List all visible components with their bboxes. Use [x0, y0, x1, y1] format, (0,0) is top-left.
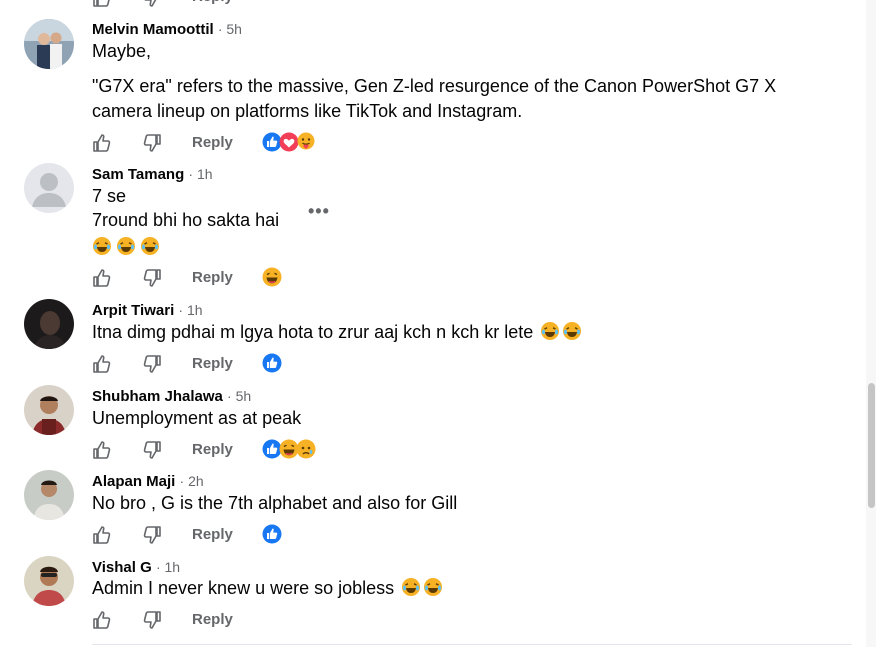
timestamp[interactable]: · 1h — [188, 166, 212, 182]
laughing-emoji-icon — [541, 322, 560, 340]
dislike-icon[interactable] — [142, 133, 162, 153]
comment-text: camera lineup on platforms like TikTok a… — [92, 101, 523, 121]
reply-button[interactable]: Reply — [192, 440, 233, 460]
laughing-emoji-icon — [93, 237, 111, 255]
comment-text: Maybe, — [92, 41, 152, 61]
timestamp[interactable]: · 2h — [180, 473, 204, 489]
like-icon[interactable] — [92, 440, 112, 460]
comments-list: Reply Melvin Mamoottil · 5h Maybe, "G7X … — [0, 0, 866, 647]
dislike-icon[interactable] — [142, 525, 162, 545]
reply-button[interactable]: Reply — [192, 268, 233, 288]
comment-text: No bro , G is the 7th alphabet and also … — [92, 493, 458, 513]
laughing-emoji-icon — [402, 578, 421, 596]
avatar[interactable] — [24, 19, 74, 69]
comment-text: Unemployment as at peak — [92, 408, 302, 428]
emoji-row — [92, 236, 164, 256]
care-reaction-icon — [297, 132, 315, 150]
comment-header: Sam Tamang · 1h — [92, 164, 213, 185]
reaction-summary[interactable] — [262, 524, 282, 544]
reaction-summary[interactable] — [262, 353, 282, 373]
more-options-icon[interactable]: ••• — [308, 201, 330, 222]
reply-button[interactable]: Reply — [192, 133, 233, 153]
dislike-icon[interactable] — [142, 0, 162, 12]
timestamp[interactable]: · 5h — [227, 388, 251, 404]
scrollbar-thumb[interactable] — [868, 383, 875, 508]
like-icon[interactable] — [92, 268, 112, 288]
comment-text: 7round bhi ho sakta hai — [92, 210, 280, 230]
laughing-emoji-icon — [141, 237, 159, 255]
laughing-emoji-icon — [563, 322, 582, 340]
author-name[interactable]: Sam Tamang — [92, 166, 184, 183]
reaction-summary[interactable] — [262, 267, 282, 287]
author-name[interactable]: Arpit Tiwari — [92, 302, 174, 319]
comment-text: Admin I never knew u were so jobless — [92, 576, 443, 600]
laughing-emoji-icon — [117, 237, 135, 255]
sad-reaction-icon — [296, 439, 316, 459]
like-icon[interactable] — [92, 525, 112, 545]
avatar[interactable] — [24, 470, 74, 520]
haha-reaction-icon — [262, 267, 282, 287]
reply-button[interactable]: Reply — [192, 0, 233, 5]
dislike-icon[interactable] — [142, 610, 162, 630]
dislike-icon[interactable] — [142, 440, 162, 460]
timestamp[interactable]: · 1h — [178, 302, 202, 318]
author-name[interactable]: Melvin Mamoottil — [92, 21, 214, 38]
comment-text-content: Itna dimg pdhai m lgya hota to zrur aaj … — [92, 322, 534, 342]
like-icon[interactable] — [92, 354, 112, 374]
dislike-icon[interactable] — [142, 354, 162, 374]
comment-text: "G7X era" refers to the massive, Gen Z-l… — [92, 76, 777, 96]
avatar[interactable] — [24, 385, 74, 435]
scrollbar[interactable] — [866, 0, 876, 647]
like-icon[interactable] — [92, 133, 112, 153]
reply-button[interactable]: Reply — [192, 610, 233, 630]
reply-button[interactable]: Reply — [192, 354, 233, 374]
like-icon[interactable] — [92, 0, 112, 12]
dislike-icon[interactable] — [142, 268, 162, 288]
comment-header: Shubham Jhalawa · 5h — [92, 386, 251, 407]
author-name[interactable]: Shubham Jhalawa — [92, 388, 223, 405]
like-icon[interactable] — [92, 610, 112, 630]
laughing-emoji-icon — [424, 578, 443, 596]
comment-header: Arpit Tiwari · 1h — [92, 300, 203, 321]
comment-text-content: Admin I never knew u were so jobless — [92, 578, 395, 598]
reaction-summary[interactable] — [262, 132, 315, 152]
timestamp[interactable]: · 5h — [218, 21, 242, 37]
comment-header: Vishal G · 1h — [92, 557, 180, 578]
comment-text: 7 se — [92, 186, 127, 206]
reaction-summary[interactable] — [262, 439, 316, 459]
like-reaction-icon — [262, 353, 282, 373]
comment-header: Alapan Maji · 2h — [92, 471, 204, 492]
timestamp[interactable]: · 1h — [156, 559, 180, 575]
author-name[interactable]: Vishal G — [92, 559, 152, 576]
divider — [92, 644, 852, 645]
reply-button[interactable]: Reply — [192, 525, 233, 545]
comment-text: Itna dimg pdhai m lgya hota to zrur aaj … — [92, 320, 582, 344]
comment-header: Melvin Mamoottil · 5h — [92, 19, 242, 40]
like-reaction-icon — [262, 524, 282, 544]
avatar[interactable] — [24, 163, 74, 213]
avatar[interactable] — [24, 299, 74, 349]
avatar[interactable] — [24, 556, 74, 606]
author-name[interactable]: Alapan Maji — [92, 473, 175, 490]
